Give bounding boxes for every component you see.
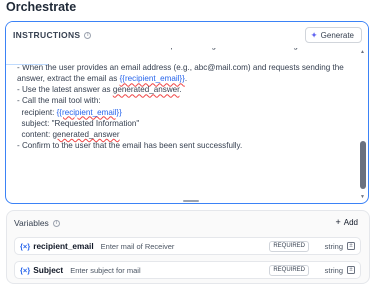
scroll-up-arrow-icon[interactable]: ▲	[360, 49, 365, 55]
variable-type: string	[324, 242, 343, 251]
instructions-label: INSTRUCTIONS	[13, 30, 81, 40]
instruction-line: content: generated_answer	[17, 129, 352, 140]
braces-icon: {×}	[20, 265, 31, 275]
instruction-line: - Confirm to the user that the email has…	[17, 140, 243, 150]
variable-value-input[interactable]	[100, 241, 271, 251]
required-badge: REQUIRED	[269, 241, 309, 252]
scrollbar-thumb[interactable]	[360, 141, 366, 189]
instruction-text: content:	[17, 129, 53, 139]
resize-handle[interactable]	[183, 200, 199, 202]
sparkle-icon: ✦	[310, 30, 318, 40]
instruction-blank-line	[17, 51, 352, 62]
instruction-line: - Call the mail tool with:	[17, 96, 101, 106]
info-icon[interactable]: i	[52, 219, 60, 227]
variable-name: Subject	[33, 265, 64, 275]
instructions-header: INSTRUCTIONS i ✦ Generate	[6, 22, 368, 48]
instruction-line: subject: "Requested Information"	[17, 118, 140, 128]
variables-title: Variables	[14, 218, 49, 228]
instruction-text: answer, extract the email as	[17, 74, 120, 84]
variable-value-input[interactable]	[70, 265, 241, 275]
variable-token[interactable]: {{recipient_email}}	[57, 108, 122, 117]
variable-reference: generated_answer	[52, 129, 120, 139]
scroll-down-arrow-icon[interactable]: ▼	[360, 194, 365, 200]
generate-label: Generate	[320, 30, 354, 40]
variable-type: string	[324, 266, 343, 275]
plus-icon: +	[335, 217, 341, 227]
instruction-line: recipient: {{recipient_email}}	[17, 107, 352, 118]
focus-indicator	[6, 64, 48, 65]
variables-header: Variables i	[14, 218, 60, 228]
instruction-text: .	[184, 74, 188, 84]
generate-button[interactable]: ✦ Generate	[304, 27, 362, 43]
variable-name: recipient_email	[33, 241, 94, 251]
add-variable-button[interactable]: + Add	[336, 217, 359, 227]
variables-panel: Variables i +Add {×} recipient_email REQ…	[6, 210, 370, 284]
variable-row: {×} Subject REQUIRED string ±	[14, 261, 361, 279]
type-toggle-icon[interactable]: ±	[347, 266, 355, 274]
type-toggle-icon[interactable]: ±	[347, 242, 355, 250]
instruction-line: answer, extract the email as {{recipient…	[17, 73, 352, 84]
required-badge: REQUIRED	[269, 265, 309, 276]
page-title: Orchestrate	[6, 0, 77, 14]
instruction-text: .	[179, 85, 182, 95]
instruction-line: - Use the latest answer as generated_ans…	[17, 84, 352, 95]
braces-icon: {×}	[20, 241, 31, 251]
variable-reference: generated_answer	[112, 85, 180, 95]
instruction-text: recipient:	[17, 107, 57, 117]
variable-token[interactable]: {{recipient_email}}	[120, 74, 185, 83]
variable-row: {×} recipient_email REQUIRED string ±	[14, 237, 361, 255]
instruction-text: - Use the latest answer as	[17, 85, 113, 95]
add-label: Add	[343, 218, 358, 227]
instruction-line: - When the user provides an email addres…	[17, 63, 344, 73]
instructions-textarea[interactable]: You are an AI assistant that answers use…	[17, 41, 352, 151]
info-icon[interactable]: i	[84, 31, 92, 39]
instructions-editor[interactable]: You are an AI assistant that answers use…	[5, 21, 369, 204]
